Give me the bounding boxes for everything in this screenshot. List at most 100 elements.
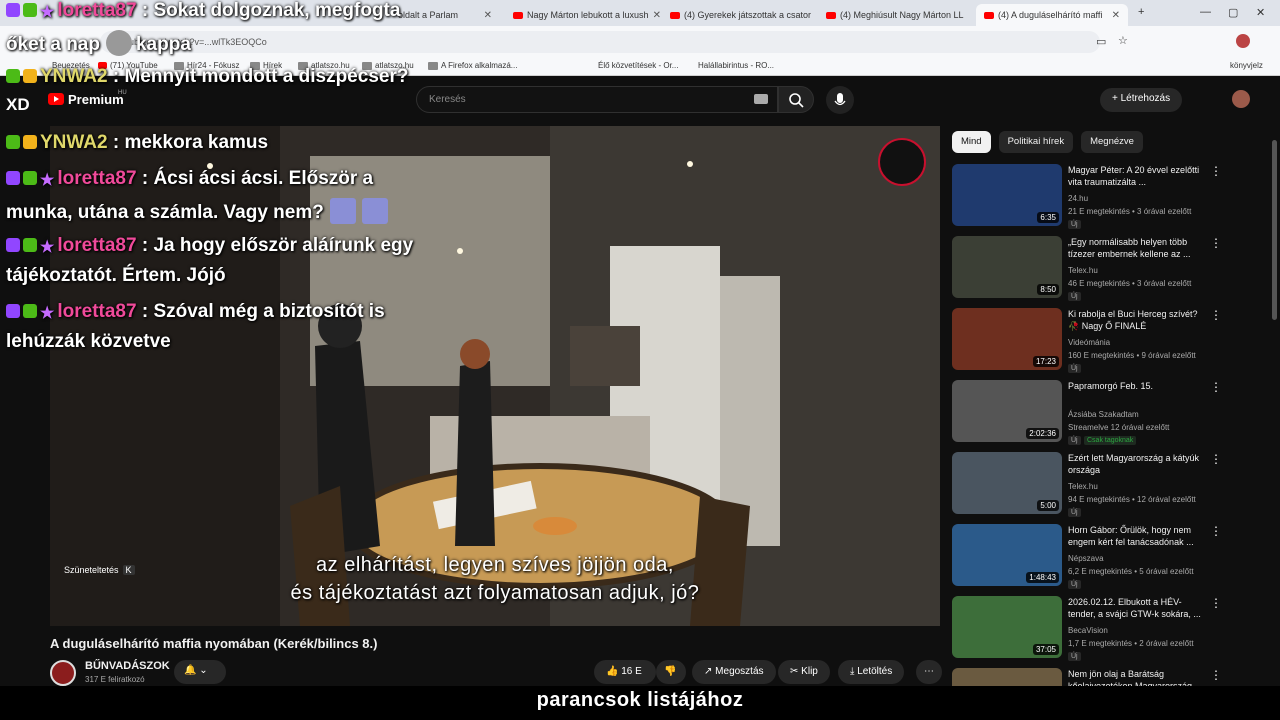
recommendation-meta: 160 E megtekintés • 9 órával ezelőtt: [1068, 351, 1196, 360]
recommendation-title[interactable]: 2026.02.12. Elbukott a HÉV-tender, a svá…: [1068, 596, 1204, 620]
maximize-icon[interactable]: ▢: [1228, 6, 1238, 19]
search-input[interactable]: Keresés: [416, 86, 778, 113]
create-button[interactable]: + Létrehozás: [1100, 88, 1183, 112]
members-only-badge: Csak tagoknak: [1084, 436, 1137, 445]
scrollbar[interactable]: [1272, 140, 1277, 320]
bookmark-label: Halállabirintus - RO...: [698, 61, 775, 70]
recommendation-title[interactable]: Ki rabolja el Buci Herceg szívét? 🥀 Nagy…: [1068, 308, 1204, 332]
clip-button[interactable]: ✂ Klip: [778, 660, 830, 684]
more-options-icon[interactable]: ⋮: [1210, 164, 1222, 178]
recommendation-item[interactable]: 6:35 Magyar Péter: A 20 évvel ezelőtti vi…: [952, 164, 1272, 230]
chat-emote-text: kappa: [135, 34, 191, 55]
more-options-icon[interactable]: ⋮: [1210, 380, 1222, 394]
close-icon[interactable]: ✕: [653, 10, 660, 21]
clip-label: Klip: [801, 666, 818, 677]
profile-avatar[interactable]: [1236, 34, 1250, 48]
bookmark-item[interactable]: A Firefox alkalmazá...: [428, 61, 517, 70]
share-label: Megosztás: [715, 666, 764, 677]
prime-badge-icon: [23, 238, 37, 252]
recommendation-meta: 94 E megtekintés • 12 órával ezelőtt: [1068, 495, 1196, 504]
bookmark-item[interactable]: Élő közvetítések - Or...: [598, 61, 678, 70]
recommendation-item[interactable]: 37:05 2026.02.12. Elbukott a HÉV-tender, …: [952, 596, 1272, 662]
chevron-down-icon: ⌄: [199, 665, 208, 676]
more-options-icon[interactable]: ⋮: [1210, 308, 1222, 322]
download-icon: ⤓: [850, 666, 855, 677]
channel-name[interactable]: BŰNVADÁSZOK: [85, 660, 170, 672]
more-options-icon[interactable]: ⋮: [1210, 668, 1222, 682]
more-options-icon[interactable]: ⋮: [1210, 236, 1222, 250]
create-label: Létrehozás: [1120, 93, 1171, 104]
chat-line: ★ loretta87 : Ácsi ácsi ácsi. Először a: [6, 168, 373, 190]
chat-username: loretta87: [57, 0, 137, 21]
recommendation-channel[interactable]: Népszava: [1068, 554, 1104, 563]
tab-label: (4) Gyerekek játszottak a csator: [684, 10, 812, 20]
recommendation-title[interactable]: Magyar Péter: A 20 évvel ezelőtti vita t…: [1068, 164, 1204, 188]
browser-tab[interactable]: (4) Gyerekek játszottak a csator✕: [662, 4, 812, 26]
new-tab-icon[interactable]: +: [1138, 6, 1144, 18]
chip-watched[interactable]: Megnézve: [1081, 131, 1143, 153]
dislike-button[interactable]: 👎: [656, 660, 686, 684]
recommendation-channel[interactable]: 24.hu: [1068, 194, 1088, 203]
more-options-icon[interactable]: ⋮: [1210, 596, 1222, 610]
address-bar: youtube.com/watch?v=...wlTk3EOQCo ▭ ☆: [0, 26, 1280, 58]
youtube-logo-icon[interactable]: [48, 93, 64, 105]
recommendation-item[interactable]: 1:48:43 Horn Gábor: Őrülök, hogy nem enge…: [952, 524, 1272, 590]
more-options-icon[interactable]: ⋮: [1210, 452, 1222, 466]
notification-bell-button[interactable]: 🔔 ⌄: [174, 660, 226, 684]
reader-view-icon[interactable]: ▭: [1096, 35, 1106, 48]
bookmark-star-icon[interactable]: ☆: [1118, 34, 1128, 47]
avatar[interactable]: [1232, 90, 1250, 108]
window-close-icon[interactable]: ✕: [1256, 6, 1265, 19]
recommendation-channel[interactable]: BecaVision: [1068, 626, 1108, 635]
subscriber-count: 317 E feliratkozó: [85, 675, 145, 684]
recommendation-item[interactable]: 5:00 Ezért lett Magyarország a kátyúk ors…: [952, 452, 1272, 518]
video-thumbnail[interactable]: 17:23: [952, 308, 1062, 370]
star-badge-icon: ★: [40, 4, 55, 21]
recommendation-item[interactable]: 2:02:36 Papramorgó Feb. 15. Ázsiába Szakad…: [952, 380, 1272, 446]
recommendation-title[interactable]: Papramorgó Feb. 15.: [1068, 380, 1204, 392]
url-field[interactable]: youtube.com/watch?v=...wlTk3EOQCo: [100, 31, 1100, 53]
video-thumbnail[interactable]: 8:50: [952, 236, 1062, 298]
video-thumbnail[interactable]: 1:48:43: [952, 524, 1062, 586]
more-options-icon[interactable]: ⋮: [1210, 524, 1222, 538]
bookmark-item[interactable]: könyvjelz: [1230, 61, 1263, 70]
chip-all[interactable]: Mind: [952, 131, 991, 153]
pause-tooltip: Szüneteltetés K: [64, 565, 135, 575]
browser-tab[interactable]: (4) Meghiúsult Nagy Márton LL✕: [818, 4, 968, 26]
recommendation-title[interactable]: „Egy normálisabb helyen több tízezer emb…: [1068, 236, 1204, 260]
recommendation-item[interactable]: 17:23 Ki rabolja el Buci Herceg szívét? 🥀…: [952, 308, 1272, 374]
channel-avatar[interactable]: [50, 660, 76, 686]
close-icon[interactable]: ✕: [1112, 10, 1120, 21]
like-button[interactable]: 👍 16 E: [594, 660, 656, 684]
recommendation-channel[interactable]: Ázsiába Szakadtam: [1068, 410, 1139, 419]
browser-tab[interactable]: oldalt a Parlam ✕: [390, 4, 500, 26]
recommendation-channel[interactable]: Videómánia: [1068, 338, 1110, 347]
video-thumbnail[interactable]: 37:05: [952, 596, 1062, 658]
kick-badge-icon: [6, 69, 20, 83]
bookmark-item[interactable]: Halállabirintus - RO...: [698, 61, 774, 70]
recommendation-item[interactable]: 8:50 „Egy normálisabb helyen több tízezer…: [952, 236, 1272, 302]
chat-username: YNWA2: [40, 66, 108, 87]
microphone-button[interactable]: [826, 86, 854, 114]
filter-chips: Mind Politikai hírek Megnézve: [952, 131, 1143, 153]
video-thumbnail[interactable]: 5:00: [952, 452, 1062, 514]
recommendation-channel[interactable]: Telex.hu: [1068, 266, 1098, 275]
recommendation-channel[interactable]: Telex.hu: [1068, 482, 1098, 491]
minimize-icon[interactable]: —: [1200, 6, 1211, 18]
download-button[interactable]: ⤓ Letöltés: [838, 660, 905, 684]
chat-message: mekkora kamus: [124, 132, 269, 153]
keyboard-icon[interactable]: [754, 94, 768, 104]
video-thumbnail[interactable]: 6:35: [952, 164, 1062, 226]
more-actions-button[interactable]: ⋯: [916, 660, 942, 684]
browser-tab[interactable]: Nagy Márton lebukott a luxush ✕: [505, 4, 660, 26]
browser-tab-active[interactable]: (4) A duguláselhárító maffi ✕: [976, 4, 1128, 26]
close-icon[interactable]: ✕: [484, 10, 492, 21]
youtube-logo-text[interactable]: Premium: [68, 92, 124, 107]
video-thumbnail[interactable]: 2:02:36: [952, 380, 1062, 442]
share-button[interactable]: ↗ Megosztás: [692, 660, 776, 684]
prime-badge-icon: [23, 304, 37, 318]
recommendation-title[interactable]: Horn Gábor: Őrülök, hogy nem engem kért …: [1068, 524, 1204, 548]
recommendation-title[interactable]: Ezért lett Magyarország a kátyúk országa: [1068, 452, 1204, 476]
chip-political-news[interactable]: Politikai hírek: [998, 131, 1074, 153]
search-button[interactable]: [778, 86, 814, 113]
